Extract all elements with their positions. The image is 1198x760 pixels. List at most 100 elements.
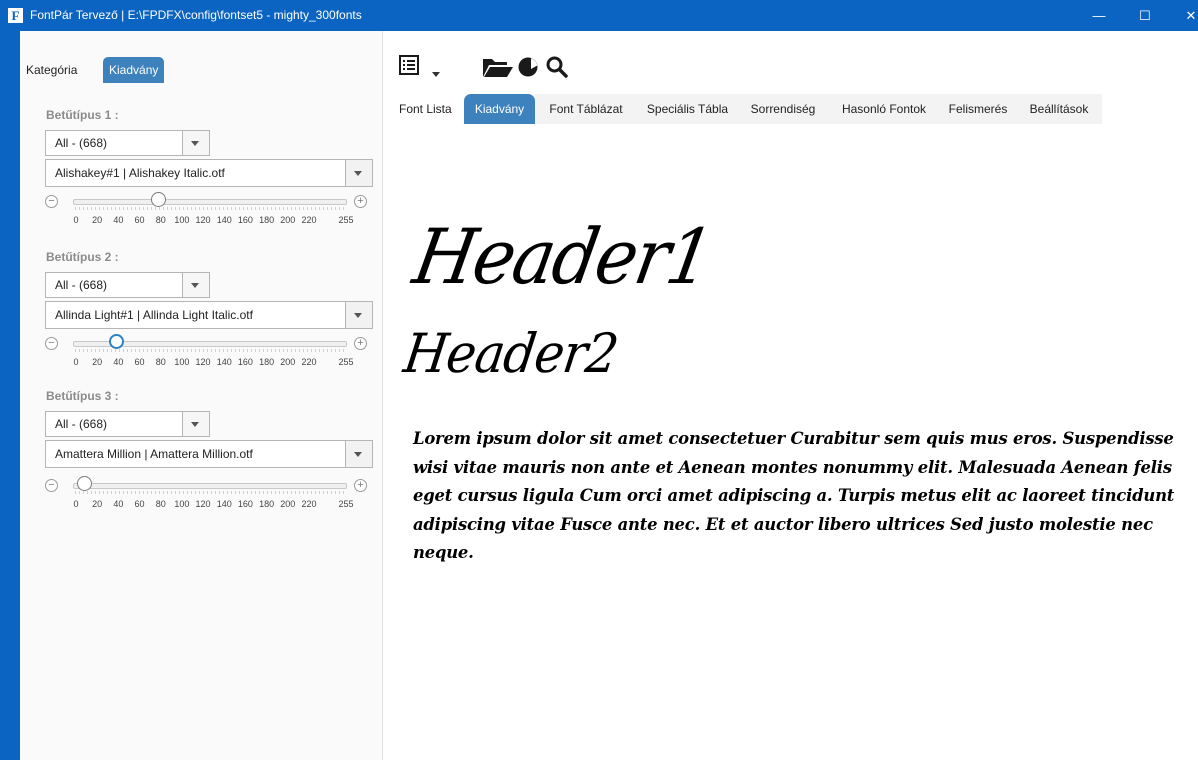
list-icon [399, 55, 419, 75]
window-frame [0, 31, 20, 760]
search-icon [546, 56, 568, 78]
tab-label: Font Lista [399, 102, 452, 116]
zoom-in-icon[interactable]: + [354, 195, 367, 208]
window-title: FontPár Tervező | E:\FPDFX\config\fontse… [30, 8, 362, 22]
slider-track[interactable] [73, 483, 347, 489]
dropdown-button[interactable] [182, 131, 209, 155]
slider-tick-label: 60 [134, 215, 145, 225]
tab-sorrendiseg[interactable]: Sorrendiség [738, 94, 828, 124]
font1-size-slider[interactable]: − + 0 20 40 60 80 100 120 140 160 180 200 220 255 [45, 192, 375, 231]
slider-ticks [75, 207, 345, 210]
folder-open-icon [483, 59, 513, 77]
slider-tick-label: 200 [280, 357, 296, 367]
slider-thumb[interactable] [108, 334, 124, 349]
zoom-out-icon[interactable]: − [45, 195, 58, 208]
slider-ticks [75, 349, 345, 352]
dropdown-button[interactable] [345, 441, 372, 467]
contrast-button[interactable] [517, 56, 539, 83]
preview-header1: Header1 [407, 212, 719, 301]
open-folder-button[interactable] [482, 56, 514, 83]
slider-tick-label: 40 [113, 357, 124, 367]
font3-font-value: Amattera Million | Amattera Million.otf [55, 447, 253, 461]
font3-label: Betűtípus 3 : [46, 389, 119, 403]
slider-tick-label: 200 [280, 499, 296, 509]
chevron-down-icon [191, 283, 199, 288]
slider-thumb[interactable] [76, 476, 92, 491]
font2-category-value: All - (668) [55, 278, 108, 292]
font2-size-slider[interactable]: − + 0 20 40 60 80 100 120 140 160 180 200 220 255 [45, 334, 375, 373]
font3-font-select[interactable]: Amattera Million | Amattera Million.otf [45, 440, 373, 468]
font1-font-select[interactable]: Alishakey#1 | Alishakey Italic.otf [45, 159, 373, 187]
font3-size-slider[interactable]: − + 0 20 40 60 80 100 120 140 160 180 200 220 255 [45, 476, 375, 515]
font3-category-value: All - (668) [55, 417, 108, 431]
slider-tick-label: 160 [237, 215, 253, 225]
tab-font-tablazat[interactable]: Font Táblázat [535, 94, 637, 124]
tab-label: Speciális Tábla [646, 102, 729, 116]
zoom-out-icon[interactable]: − [45, 337, 58, 350]
font1-label: Betűtípus 1 : [46, 108, 119, 122]
app-logo-icon: F [8, 8, 23, 23]
font1-category-select[interactable]: All - (668) [45, 130, 210, 156]
dropdown-button[interactable] [182, 273, 209, 297]
slider-tick-label: 0 [73, 499, 79, 509]
slider-tick-label: 255 [338, 215, 354, 225]
view-dropdown-button[interactable] [432, 64, 440, 82]
close-button[interactable]: ✕ [1168, 0, 1198, 31]
dropdown-button[interactable] [182, 412, 209, 436]
slider-tick-label: 40 [113, 215, 124, 225]
font3-category-select[interactable]: All - (668) [45, 411, 210, 437]
font2-label: Betűtípus 2 : [46, 250, 119, 264]
maximize-button[interactable]: ☐ [1122, 0, 1168, 31]
tab-label: Beállítások [1029, 102, 1089, 116]
slider-tick-label: 140 [216, 357, 232, 367]
slider-tick-label: 255 [338, 499, 354, 509]
slider-tick-label: 120 [195, 499, 211, 509]
slider-tick-label: 160 [237, 499, 253, 509]
slider-tick-label: 80 [155, 357, 166, 367]
dropdown-button[interactable] [345, 160, 372, 186]
tab-label: Font Táblázat [549, 102, 623, 116]
slider-tick-label: 120 [195, 357, 211, 367]
chevron-down-icon [354, 313, 362, 318]
search-button[interactable] [545, 55, 569, 84]
font1-font-value: Alishakey#1 | Alishakey Italic.otf [55, 166, 225, 180]
tab-felismeres[interactable]: Felismerés [940, 94, 1016, 124]
list-view-button[interactable] [399, 55, 419, 80]
slider-tick-label: 20 [92, 357, 103, 367]
slider-tick-label: 80 [155, 499, 166, 509]
font2-category-select[interactable]: All - (668) [45, 272, 210, 298]
slider-tick-label: 0 [73, 215, 79, 225]
tab-beallitasok[interactable]: Beállítások [1016, 94, 1102, 124]
font2-font-select[interactable]: Allinda Light#1 | Allinda Light Italic.o… [45, 301, 373, 329]
preview-header2: Header2 [400, 322, 622, 385]
slider-tick-label: 140 [216, 215, 232, 225]
slider-tick-label: 100 [174, 499, 190, 509]
tab-specialis-tabla[interactable]: Speciális Tábla [637, 94, 738, 124]
chevron-down-icon [354, 171, 362, 176]
slider-tick-label: 120 [195, 215, 211, 225]
minimize-button[interactable]: — [1076, 0, 1122, 31]
slider-tick-label: 140 [216, 499, 232, 509]
preview-body-text: Lorem ipsum dolor sit amet consectetuer … [413, 429, 1175, 562]
sidebar: Kategória Kiadvány Betűtípus 1 : All - (… [20, 31, 383, 760]
slider-tick-label: 220 [301, 499, 317, 509]
slider-tick-label: 200 [280, 215, 296, 225]
tab-kiadvany[interactable]: Kiadvány [464, 94, 535, 124]
tab-font-lista[interactable]: Font Lista [393, 94, 464, 124]
sidebar-tab-kiadvany[interactable]: Kiadvány [103, 57, 165, 83]
slider-track[interactable] [73, 199, 347, 205]
font1-category-value: All - (668) [55, 136, 108, 150]
zoom-in-icon[interactable]: + [354, 337, 367, 350]
title-bar: F FontPár Tervező | E:\FPDFX\config\font… [0, 0, 1198, 31]
sidebar-tab-kategoria[interactable]: Kategória [20, 57, 83, 83]
zoom-in-icon[interactable]: + [354, 479, 367, 492]
preview-area: Header1 Header2 Lorem ipsum dolor sit am… [383, 124, 1198, 760]
slider-tick-label: 80 [155, 215, 166, 225]
dropdown-arrow-icon [432, 72, 440, 77]
zoom-out-icon[interactable]: − [45, 479, 58, 492]
slider-tick-label: 60 [134, 499, 145, 509]
dropdown-button[interactable] [345, 302, 372, 328]
tab-label: Hasonló Fontok [841, 102, 927, 116]
slider-tick-label: 180 [259, 357, 275, 367]
tab-hasonlo-fontok[interactable]: Hasonló Fontok [828, 94, 940, 124]
